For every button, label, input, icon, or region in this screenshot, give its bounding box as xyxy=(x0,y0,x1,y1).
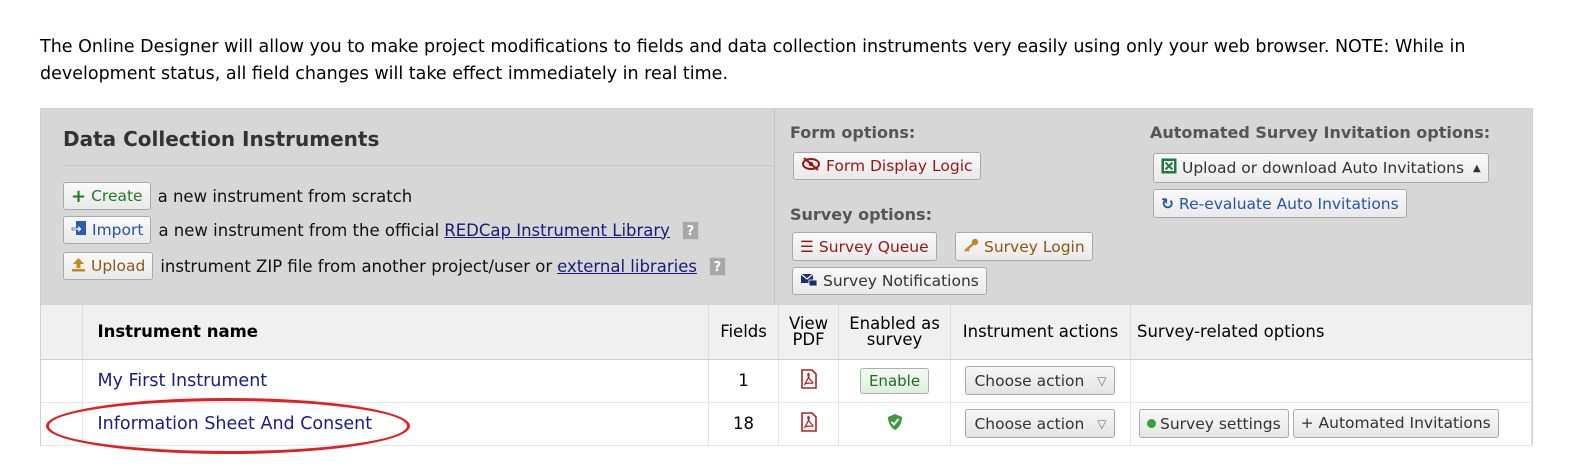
excel-icon xyxy=(1161,158,1177,178)
pdf-cell xyxy=(778,402,840,446)
create-button[interactable]: + Create xyxy=(63,182,151,210)
fields-header: Fields xyxy=(708,305,780,360)
pdf-cell xyxy=(778,359,840,403)
upload-description: instrument ZIP file from another project… xyxy=(160,256,553,276)
drag-column-header xyxy=(41,305,84,360)
survey-related-cell: Survey settings + Automated Invitations xyxy=(1130,402,1533,446)
drag-handle-cell xyxy=(41,359,84,403)
form-display-logic-label: Form Display Logic xyxy=(826,157,973,175)
upload-button[interactable]: Upload xyxy=(63,252,154,280)
redcap-library-link[interactable]: REDCap Instrument Library xyxy=(444,221,670,240)
notifications-icon xyxy=(800,272,818,291)
create-row: + Create a new instrument from scratch xyxy=(63,182,412,210)
refresh-icon: ↻ xyxy=(1161,194,1174,213)
import-icon xyxy=(71,220,87,240)
enabled-header-line2: survey xyxy=(866,329,923,349)
survey-related-header: Survey-related options xyxy=(1130,305,1533,360)
survey-queue-label: Survey Queue xyxy=(818,237,929,256)
panel-title: Data Collection Instruments xyxy=(63,127,380,151)
eye-slash-icon xyxy=(801,157,821,175)
caret-up-icon: ▲ xyxy=(1473,162,1481,174)
survey-options-label: Survey options: xyxy=(790,205,932,224)
import-description: a new instrument from the official xyxy=(158,220,440,240)
table-header-row: Instrument name Fields View PDF Enabled … xyxy=(41,305,1533,360)
create-description: a new instrument from scratch xyxy=(157,186,413,206)
choose-action-label: Choose action xyxy=(974,371,1085,390)
fields-count: 18 xyxy=(708,402,780,446)
key-icon xyxy=(963,238,979,256)
reevaluate-invitations-button[interactable]: ↻ Re-evaluate Auto Invitations xyxy=(1153,189,1407,218)
form-options-label: Form options: xyxy=(790,123,916,142)
form-display-logic-button[interactable]: Form Display Logic xyxy=(793,152,981,180)
choose-action-dropdown[interactable]: Choose action ▽ xyxy=(965,409,1116,438)
title-divider xyxy=(63,165,773,166)
intro-text: The Online Designer will allow you to ma… xyxy=(40,37,1466,84)
upload-icon xyxy=(71,257,86,276)
shield-check-icon xyxy=(887,413,903,435)
upload-download-invitations-label: Upload or download Auto Invitations xyxy=(1182,159,1465,177)
enable-survey-cell: Enable xyxy=(838,359,951,403)
status-dot-icon xyxy=(1146,419,1156,429)
chevron-down-icon: ▽ xyxy=(1097,373,1107,388)
survey-notifications-label: Survey Notifications xyxy=(823,272,979,290)
upload-row: Upload instrument ZIP file from another … xyxy=(63,252,726,280)
highlight-oval xyxy=(46,398,410,454)
external-libraries-link[interactable]: external libraries xyxy=(557,257,697,276)
plus-icon: + xyxy=(71,185,87,207)
help-icon[interactable]: ? xyxy=(681,220,699,240)
survey-notifications-button[interactable]: Survey Notifications xyxy=(792,267,987,295)
options-divider xyxy=(774,109,775,305)
upload-button-label: Upload xyxy=(91,257,146,275)
survey-settings-button[interactable]: Survey settings xyxy=(1138,409,1289,439)
enabled-survey-header: Enabled as survey xyxy=(838,305,951,360)
actions-cell: Choose action ▽ xyxy=(950,359,1131,403)
table-row: My First Instrument 1 Enable Choose acti… xyxy=(41,359,1533,403)
automated-invitations-button[interactable]: + Automated Invitations xyxy=(1292,408,1499,438)
choose-action-dropdown[interactable]: Choose action ▽ xyxy=(965,366,1116,395)
import-button-label: Import xyxy=(92,221,144,239)
enabled-survey-cell xyxy=(838,402,951,446)
view-pdf-header-line2: PDF xyxy=(792,329,825,349)
instruments-panel: Data Collection Instruments + Create a n… xyxy=(40,108,1533,446)
asi-options-label: Automated Survey Invitation options: xyxy=(1150,123,1491,142)
upload-download-invitations-button[interactable]: Upload or download Auto Invitations ▲ xyxy=(1153,153,1489,183)
view-pdf-header: View PDF xyxy=(778,305,840,360)
automated-invitations-label: + Automated Invitations xyxy=(1300,414,1491,433)
survey-login-button[interactable]: Survey Login xyxy=(955,232,1093,261)
help-icon[interactable]: ? xyxy=(708,256,726,276)
reevaluate-invitations-label: Re-evaluate Auto Invitations xyxy=(1179,194,1399,213)
instrument-name-header: Instrument name xyxy=(82,305,710,360)
create-button-label: Create xyxy=(91,187,143,205)
fields-count: 1 xyxy=(708,359,780,403)
import-row: Import a new instrument from the officia… xyxy=(63,216,699,244)
survey-queue-button[interactable]: ☰ Survey Queue xyxy=(792,232,937,261)
import-button[interactable]: Import xyxy=(63,216,152,244)
instrument-name-link[interactable]: My First Instrument xyxy=(82,359,710,403)
pdf-icon[interactable] xyxy=(800,368,817,393)
actions-cell: Choose action ▽ xyxy=(950,402,1131,446)
choose-action-label: Choose action xyxy=(974,414,1085,433)
survey-settings-label: Survey settings xyxy=(1159,414,1281,433)
enable-survey-button[interactable]: Enable xyxy=(859,367,930,394)
survey-related-cell xyxy=(1130,359,1533,403)
list-icon: ☰ xyxy=(800,237,814,256)
survey-login-label: Survey Login xyxy=(984,237,1085,256)
instrument-actions-header: Instrument actions xyxy=(950,305,1131,360)
pdf-icon[interactable] xyxy=(800,411,817,436)
chevron-down-icon: ▽ xyxy=(1097,416,1107,431)
